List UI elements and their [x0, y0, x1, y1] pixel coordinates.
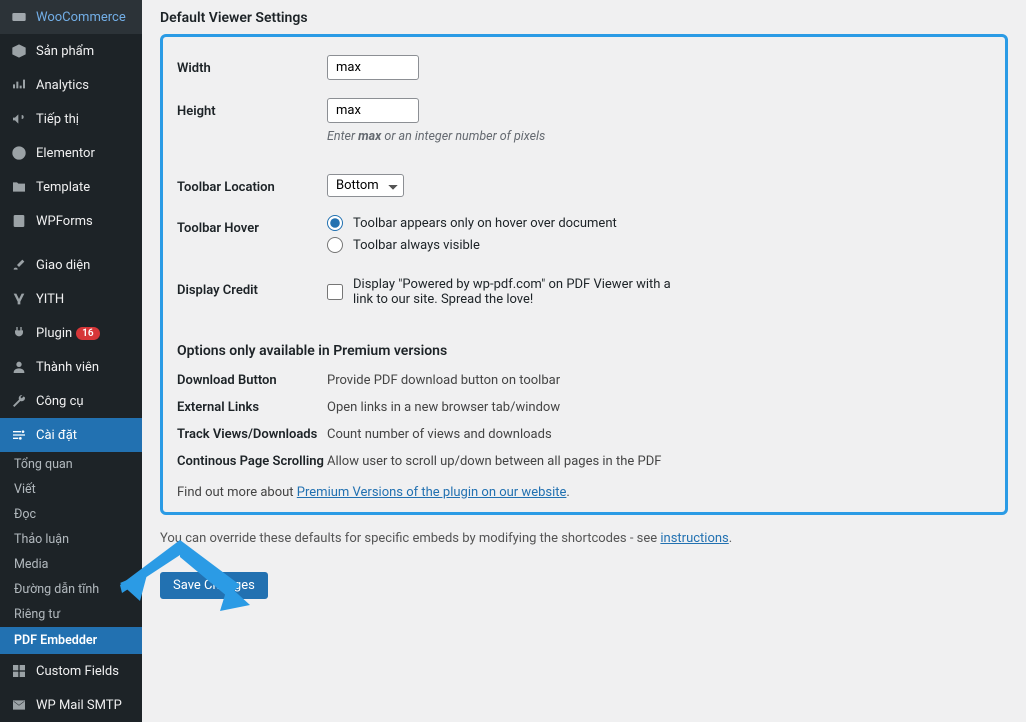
hover-radio-onhover[interactable]: [327, 215, 343, 231]
sliders-icon: [10, 426, 28, 444]
sidebar-item-tools[interactable]: Công cụ: [0, 384, 142, 418]
settings-highlight-box: Width Height Enter max or an integer num…: [160, 34, 1008, 515]
sidebar-item-marketing[interactable]: Tiếp thị: [0, 102, 142, 136]
main-content: Default Viewer Settings Width Height Ent…: [142, 0, 1026, 722]
width-label: Width: [177, 55, 327, 80]
height-input[interactable]: [327, 98, 419, 123]
section-title-default-viewer: Default Viewer Settings: [160, 10, 1008, 26]
display-credit-label: Display Credit: [177, 277, 327, 313]
sidebar-label: Template: [36, 180, 90, 195]
save-changes-button[interactable]: Save Changes: [160, 572, 268, 599]
sidebar-item-appearance[interactable]: Giao diện: [0, 248, 142, 282]
form-icon: [10, 212, 28, 230]
row-toolbar-hover: Toolbar Hover Toolbar appears only on ho…: [177, 215, 991, 259]
sidebar-item-woocommerce[interactable]: WooCommerce: [0, 0, 142, 34]
sidebar-item-wpmailsmtp[interactable]: WP Mail SMTP: [0, 688, 142, 722]
sidebar-item-plugin[interactable]: Plugin 16: [0, 316, 142, 350]
elementor-icon: [10, 144, 28, 162]
folder-icon: [10, 178, 28, 196]
sidebar-sub-pdfembedder[interactable]: PDF Embedder: [0, 627, 142, 654]
prem-row-external: External LinksOpen links in a new browse…: [177, 400, 991, 415]
prem-row-download: Download ButtonProvide PDF download butt…: [177, 373, 991, 388]
sidebar-item-settings[interactable]: Cài đặt: [0, 418, 142, 452]
brush-icon: [10, 256, 28, 274]
toolbar-location-label: Toolbar Location: [177, 174, 327, 197]
plugin-update-badge: 16: [76, 327, 99, 340]
height-hint: Enter max or an integer number of pixels: [327, 129, 991, 144]
hover-radio-always[interactable]: [327, 237, 343, 253]
sidebar-label: Sản phẩm: [36, 44, 94, 59]
sidebar-sub-general[interactable]: Tổng quan: [0, 452, 142, 477]
premium-section-title: Options only available in Premium versio…: [177, 343, 991, 359]
sidebar-item-yith[interactable]: YITH: [0, 282, 142, 316]
wrench-icon: [10, 392, 28, 410]
sidebar-label: Thành viên: [36, 360, 99, 375]
sidebar-label: Custom Fields: [36, 664, 119, 679]
sidebar-item-products[interactable]: Sản phẩm: [0, 34, 142, 68]
megaphone-icon: [10, 110, 28, 128]
sidebar-label: WPForms: [36, 214, 93, 229]
sidebar-sub-discussion[interactable]: Thảo luận: [0, 527, 142, 552]
instructions-link[interactable]: instructions: [660, 531, 728, 546]
sidebar-sub-permalinks[interactable]: Đường dẫn tĩnh: [0, 577, 142, 602]
display-credit-text: Display "Powered by wp-pdf.com" on PDF V…: [353, 277, 693, 307]
premium-link[interactable]: Premium Versions of the plugin on our we…: [297, 485, 567, 500]
sidebar-item-template[interactable]: Template: [0, 170, 142, 204]
height-label: Height: [177, 98, 327, 144]
mail-icon: [10, 696, 28, 714]
sidebar-item-analytics[interactable]: Analytics: [0, 68, 142, 102]
toolbar-hover-label: Toolbar Hover: [177, 215, 327, 259]
sidebar-label: Plugin: [36, 326, 72, 341]
width-input[interactable]: [327, 55, 419, 80]
sidebar-sub-reading[interactable]: Đọc: [0, 502, 142, 527]
chart-icon: [10, 76, 28, 94]
sidebar-label: Analytics: [36, 78, 89, 93]
sidebar-label: WP Mail SMTP: [36, 698, 122, 713]
yith-icon: [10, 290, 28, 308]
woocommerce-icon: [10, 8, 28, 26]
findout-text: Find out more about Premium Versions of …: [177, 485, 991, 500]
sidebar-label: Giao diện: [36, 258, 90, 273]
sidebar-label: YITH: [36, 292, 64, 307]
sidebar-label: Công cụ: [36, 394, 84, 409]
sidebar-sub-privacy[interactable]: Riêng tư: [0, 602, 142, 627]
sidebar-label: Elementor: [36, 146, 95, 161]
row-width: Width: [177, 55, 991, 80]
admin-sidebar: WooCommerce Sản phẩm Analytics Tiếp thị …: [0, 0, 142, 722]
sidebar-item-wpforms[interactable]: WPForms: [0, 204, 142, 238]
sidebar-sub-writing[interactable]: Viết: [0, 477, 142, 502]
row-height: Height Enter max or an integer number of…: [177, 98, 991, 144]
override-text: You can override these defaults for spec…: [160, 531, 1008, 546]
prem-row-track: Track Views/DownloadsCount number of vie…: [177, 427, 991, 442]
sidebar-sub-media[interactable]: Media: [0, 552, 142, 577]
display-credit-checkbox[interactable]: [327, 284, 343, 300]
sidebar-item-customfields[interactable]: Custom Fields: [0, 654, 142, 688]
box-icon: [10, 42, 28, 60]
row-toolbar-location: Toolbar Location Bottom: [177, 174, 991, 197]
plug-icon: [10, 324, 28, 342]
row-display-credit: Display Credit Display "Powered by wp-pd…: [177, 277, 991, 313]
sidebar-item-elementor[interactable]: Elementor: [0, 136, 142, 170]
hover-option1-text: Toolbar appears only on hover over docum…: [353, 216, 617, 231]
sidebar-item-users[interactable]: Thành viên: [0, 350, 142, 384]
sidebar-label: Tiếp thị: [36, 112, 79, 127]
sidebar-label: Cài đặt: [36, 428, 77, 443]
customfields-icon: [10, 662, 28, 680]
hover-option2-text: Toolbar always visible: [353, 238, 480, 253]
sidebar-label: WooCommerce: [36, 10, 126, 25]
prem-row-scroll: Continous Page ScrollingAllow user to sc…: [177, 454, 991, 469]
user-icon: [10, 358, 28, 376]
toolbar-location-select[interactable]: Bottom: [327, 174, 404, 197]
